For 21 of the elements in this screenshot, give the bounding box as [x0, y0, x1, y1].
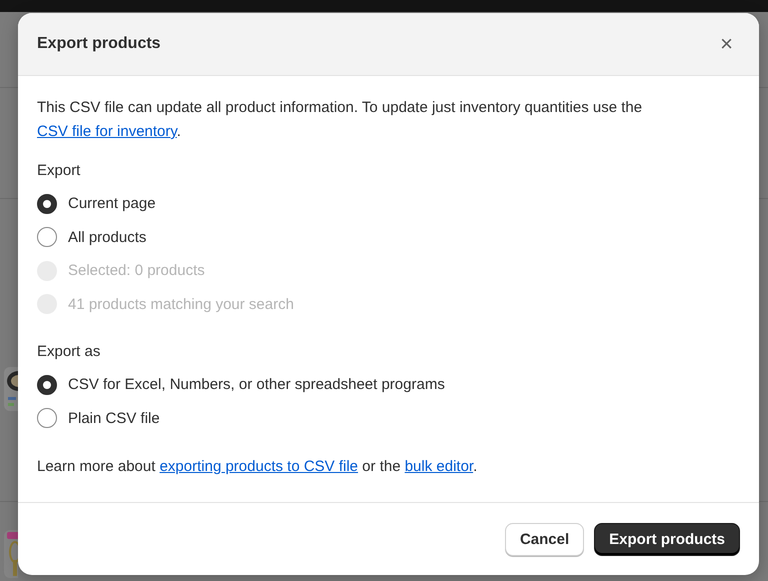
option-label: 41 products matching your search [68, 296, 294, 313]
cancel-button[interactable]: Cancel [504, 522, 584, 556]
learn-more-text: Learn more about exporting products to CSV file or the bulk editor. [37, 457, 478, 477]
radio-button[interactable] [37, 227, 57, 248]
radio-button[interactable] [37, 408, 57, 428]
option-label: Selected: 0 products [68, 262, 205, 280]
close-button[interactable]: × [716, 33, 737, 55]
option-label: Plain CSV file [68, 410, 160, 427]
inventory-csv-link[interactable]: CSV file for inventory [37, 123, 177, 140]
intro-text: This CSV file can update all product information. To update just inventory quantities use the CSV file for inventory. [37, 98, 644, 142]
option-label: CSV for Excel, Numbers, or other spreadsheet programs [68, 376, 445, 394]
section-label: Export as [37, 343, 102, 360]
export-button[interactable]: Export products [594, 522, 740, 556]
option-label: Current page [68, 195, 156, 212]
section-label: Export [37, 162, 82, 179]
option-label: All products [68, 228, 146, 246]
radio-button[interactable] [37, 374, 57, 395]
export-help-link[interactable]: exporting products to CSV file [160, 458, 358, 475]
dialog-title: Export products [37, 35, 161, 53]
radio-button[interactable] [37, 194, 57, 214]
bulk-editor-link[interactable]: bulk editor [404, 458, 474, 475]
